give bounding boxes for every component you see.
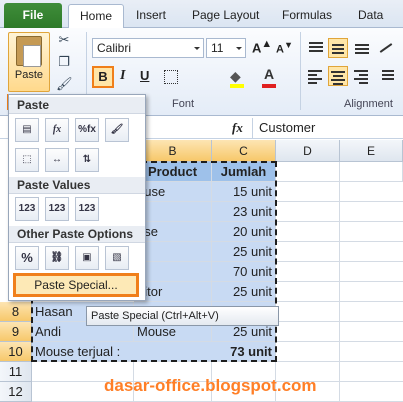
align-left-icon[interactable] [306, 66, 326, 86]
font-name-value: Calibri [97, 41, 132, 55]
font-color-swatch [262, 84, 276, 88]
no-borders-icon[interactable]: ⬚ [15, 148, 39, 172]
empty-cells-area[interactable] [276, 182, 403, 402]
paste-icon[interactable]: ▤ [15, 118, 39, 142]
column-header-e[interactable]: E [340, 140, 403, 162]
cut-icon[interactable]: ✂ [56, 32, 72, 48]
picture-icon[interactable]: ▣ [75, 246, 99, 270]
align-bottom-icon[interactable] [352, 38, 372, 58]
values-number-format-icon[interactable]: 123 [45, 197, 69, 221]
paste-link-icon[interactable]: ⛓ [45, 246, 69, 270]
tab-data[interactable]: Data [352, 4, 389, 28]
shrink-font-label: A [276, 43, 284, 56]
menu-section-paste: Paste [9, 97, 145, 114]
borders-icon[interactable] [164, 70, 178, 84]
paste-values-icon[interactable]: 123 [15, 197, 39, 221]
menu-section-other-paste-options: Other Paste Options [9, 226, 145, 243]
values-source-formatting-icon[interactable]: 123 [75, 197, 99, 221]
tab-page-layout[interactable]: Page Layout [186, 4, 265, 28]
transpose-icon[interactable]: ⇅ [75, 148, 99, 172]
fill-color-icon[interactable]: ◆ [230, 68, 241, 85]
paste-special-tooltip: Paste Special (Ctrl+Alt+V) [86, 306, 279, 326]
align-center-icon[interactable] [328, 66, 348, 86]
chevron-down-icon [194, 47, 200, 50]
paste-special-menu-item[interactable]: Paste Special... [13, 273, 139, 297]
italic-button[interactable]: I [120, 68, 125, 84]
font-name-select[interactable]: Calibri [92, 38, 204, 58]
row-header-10[interactable]: 10 [0, 342, 32, 362]
column-header-d[interactable]: D [276, 140, 340, 162]
font-size-value: 11 [211, 41, 224, 55]
font-color-button[interactable]: A [264, 66, 274, 82]
tab-insert[interactable]: Insert [130, 4, 172, 28]
clipboard-icon [16, 36, 42, 67]
paste-formulas-icon[interactable]: fx [45, 118, 69, 142]
cell-e1[interactable] [340, 162, 403, 182]
grow-font-label: A [252, 40, 262, 56]
align-middle-icon[interactable] [328, 38, 348, 58]
indent-icon[interactable] [376, 66, 396, 86]
group-separator [300, 32, 301, 110]
copy-icon[interactable]: ❐ [56, 54, 72, 70]
paste-formulas-number-format-icon[interactable]: %fx [75, 118, 99, 142]
keep-column-widths-icon[interactable]: ↔ [45, 148, 69, 172]
menu-section-paste-values: Paste Values [9, 177, 145, 194]
bold-button[interactable]: B [92, 66, 114, 88]
tab-file[interactable]: File [4, 3, 62, 28]
linked-picture-icon[interactable]: ▧ [105, 246, 129, 270]
shrink-font-button[interactable]: A▼ [276, 40, 293, 56]
paste-button-label: Paste [14, 69, 44, 81]
cell-d1[interactable] [276, 162, 340, 182]
align-right-icon[interactable] [352, 66, 372, 86]
chevron-down-icon [236, 47, 242, 50]
row-header-12[interactable]: 12 [0, 382, 32, 402]
fill-color-swatch [230, 84, 244, 88]
row-header-9[interactable]: 9 [0, 322, 32, 342]
paste-options-menu: Paste ▤ fx %fx 🖌 ⬚ ↔ ⇅ Paste Values 123 … [8, 94, 146, 301]
grow-font-button[interactable]: A▲ [252, 38, 272, 55]
font-size-select[interactable]: 11 [206, 38, 246, 58]
column-header-c[interactable]: C [212, 140, 276, 162]
insert-function-icon[interactable]: fx [232, 120, 243, 136]
group-label-font: Font [172, 98, 195, 110]
group-label-alignment: Alignment [344, 98, 393, 110]
format-painter-icon[interactable]: 🖌 [56, 76, 73, 92]
watermark-text: dasar-office.blogspot.com [104, 376, 317, 395]
align-top-icon[interactable] [306, 38, 326, 58]
tab-formulas[interactable]: Formulas [276, 4, 338, 28]
row-header-11[interactable]: 11 [0, 362, 32, 382]
keep-source-formatting-icon[interactable]: 🖌 [105, 118, 129, 142]
row-header-8[interactable]: 8 [0, 302, 32, 322]
underline-button[interactable]: U [140, 68, 149, 83]
formatting-icon[interactable]: % [15, 246, 39, 270]
formula-input[interactable]: Customer [252, 118, 403, 138]
tab-home[interactable]: Home [68, 4, 124, 29]
paste-button[interactable]: Paste [8, 32, 50, 92]
orientation-icon[interactable] [376, 38, 396, 58]
ribbon-tabbar: File Home Insert Page Layout Formulas Da… [0, 0, 403, 29]
